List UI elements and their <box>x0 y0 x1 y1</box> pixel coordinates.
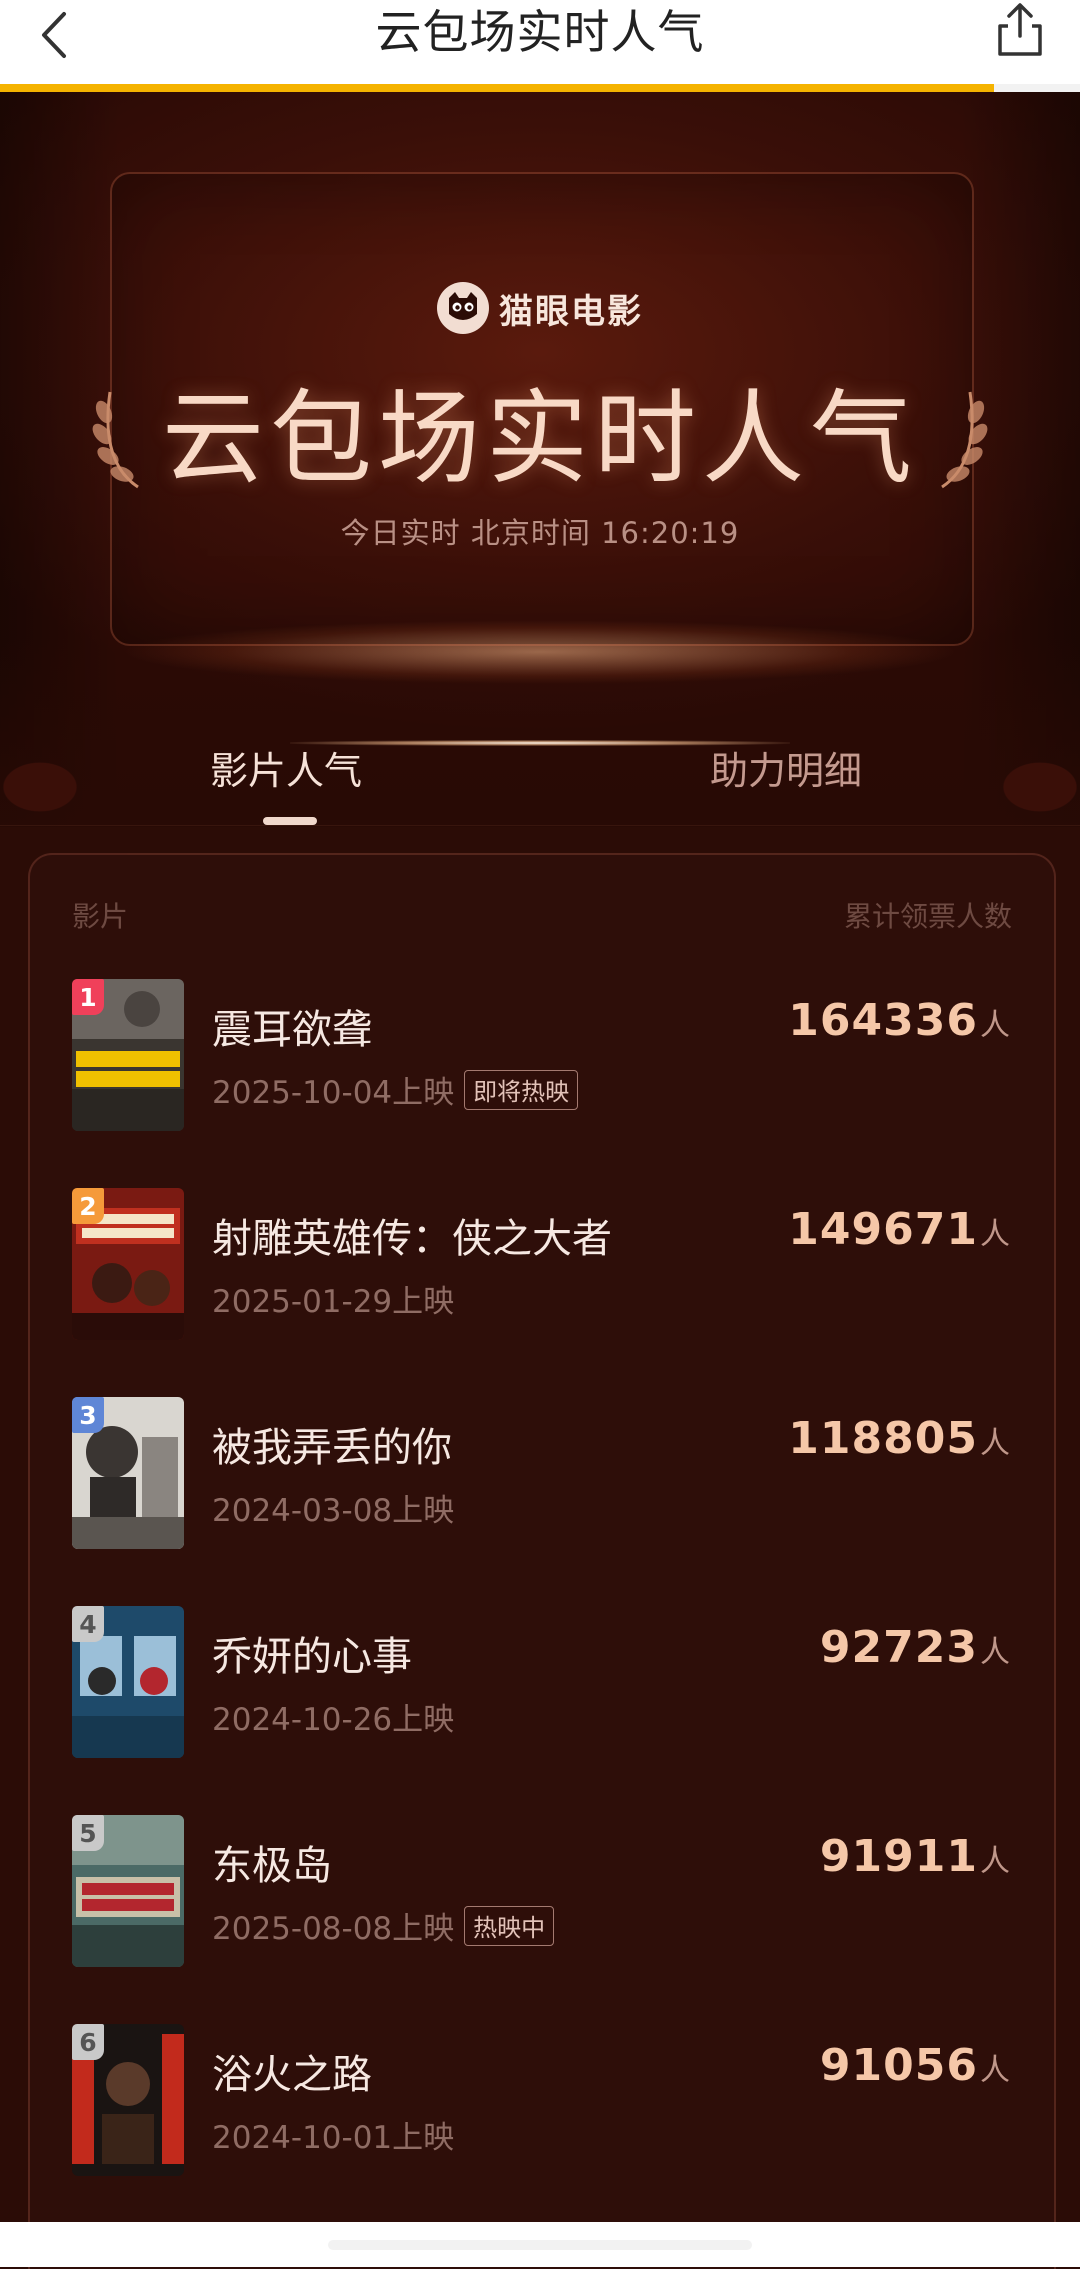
ticket-count: 118805 人 <box>788 1413 1010 1464</box>
release-date: 2025-01-29上映 <box>212 1276 454 1321</box>
cat-face-icon <box>449 292 477 320</box>
tab-support-details[interactable]: 助力明细 <box>710 740 862 795</box>
list-item[interactable]: 6 浴火之路 2024-10-01上映 91056 人 <box>30 2024 1054 2184</box>
tab-divider <box>0 825 1080 826</box>
release-date-text: 2024-10-26上映 <box>212 1702 455 1738</box>
count-unit: 人 <box>980 1635 1010 1670</box>
movie-title: 乔妍的心事 <box>212 1634 412 1680</box>
list-item[interactable]: 2 射雕英雄传：侠之大者 2025-01-29上映 149671 人 <box>30 1188 1054 1348</box>
ticket-count: 92723 人 <box>820 1622 1010 1673</box>
home-indicator[interactable] <box>328 2240 752 2250</box>
tab-bar: 影片人气 助力明细 <box>0 710 1080 825</box>
count-value: 149671 <box>788 1204 978 1255</box>
nav-title: 云包场实时人气 <box>375 5 705 59</box>
release-date-text: 2025-10-04上映 <box>212 1075 455 1111</box>
release-date-text: 2024-03-08上映 <box>212 1493 455 1529</box>
release-date: 2025-10-04上映 即将热映 <box>212 1067 579 1112</box>
ranking-card: 影片 累计领票人数 1 震耳欲聋 2025-10-04上映 即将热映 16433… <box>28 853 1056 2269</box>
list-item[interactable]: 1 震耳欲聋 2025-10-04上映 即将热映 164336 人 <box>30 979 1054 1139</box>
rank-badge: 5 <box>72 1815 104 1851</box>
count-value: 164336 <box>788 995 978 1046</box>
count-unit: 人 <box>980 1844 1010 1879</box>
count-unit: 人 <box>980 2053 1010 2088</box>
rank-badge: 2 <box>72 1188 104 1224</box>
hero-title: 云包场实时人气 <box>162 380 918 499</box>
release-date-text: 2025-08-08上映 <box>212 1911 455 1947</box>
ticket-count: 91911 人 <box>820 1831 1010 1882</box>
tab-film-popularity[interactable]: 影片人气 <box>210 740 362 795</box>
rank-badge: 6 <box>72 2024 104 2060</box>
realtime-timestamp: 今日实时 北京时间 16:20:19 <box>340 516 740 550</box>
rank-badge: 3 <box>72 1397 104 1433</box>
nav-bar: 云包场实时人气 <box>0 0 1080 88</box>
maoyan-cat-logo-icon <box>437 282 489 334</box>
ticket-count: 91056 人 <box>820 2040 1010 2091</box>
movie-title: 震耳欲聋 <box>212 1007 372 1053</box>
rank-badge: 4 <box>72 1606 104 1642</box>
count-value: 92723 <box>819 1622 978 1673</box>
release-date-text: 2024-10-01上映 <box>212 2120 455 2156</box>
list-item[interactable]: 5 东极岛 2025-08-08上映 热映中 91911 人 <box>30 1815 1054 1975</box>
active-tab-indicator <box>263 817 317 825</box>
status-badge: 即将热映 <box>464 1069 579 1110</box>
progress-fill <box>0 84 994 92</box>
list-item[interactable]: 3 被我弄丢的你 2024-03-08上映 118805 人 <box>30 1397 1054 1557</box>
page-load-progress <box>0 84 1080 92</box>
movie-title: 射雕英雄传：侠之大者 <box>212 1216 612 1262</box>
release-date: 2025-08-08上映 热映中 <box>212 1903 555 1948</box>
ticket-count: 164336 人 <box>788 995 1010 1046</box>
count-unit: 人 <box>980 1217 1010 1252</box>
movie-title: 浴火之路 <box>212 2052 372 2098</box>
status-badge: 热映中 <box>464 1905 555 1946</box>
count-value: 91911 <box>819 1831 978 1882</box>
movie-title: 被我弄丢的你 <box>212 1425 452 1471</box>
list-item[interactable]: 4 乔妍的心事 2024-10-26上映 92723 人 <box>30 1606 1054 1766</box>
count-value: 118805 <box>788 1413 978 1464</box>
brand: 猫眼电影 <box>0 282 1080 334</box>
release-date: 2024-03-08上映 <box>212 1485 454 1530</box>
rank-badge: 1 <box>72 979 104 1015</box>
count-value: 91056 <box>819 2040 978 2091</box>
release-date-text: 2025-01-29上映 <box>212 1284 455 1320</box>
column-header-film: 影片 <box>72 900 129 933</box>
share-icon[interactable] <box>990 0 1050 60</box>
release-date: 2024-10-01上映 <box>212 2112 454 2157</box>
brand-name: 猫眼电影 <box>499 291 643 332</box>
back-arrow-icon[interactable] <box>30 10 80 60</box>
count-unit: 人 <box>980 1426 1010 1461</box>
column-header-count: 累计领票人数 <box>843 900 1012 933</box>
movie-title: 东极岛 <box>212 1843 332 1889</box>
release-date: 2024-10-26上映 <box>212 1694 454 1739</box>
ticket-count: 149671 人 <box>788 1204 1010 1255</box>
count-unit: 人 <box>980 1008 1010 1043</box>
